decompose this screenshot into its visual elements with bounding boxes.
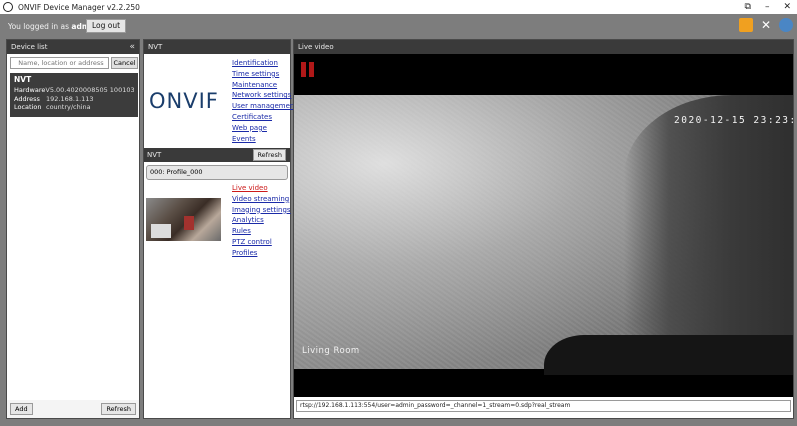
thumbnail-detail-red: [184, 216, 194, 230]
video-viewport[interactable]: 2020-12-15 23:23:10 Living Room: [294, 54, 793, 397]
globe-icon[interactable]: [779, 18, 793, 32]
window-title: ONVIF Device Manager v2.2.250: [18, 2, 140, 12]
logout-button[interactable]: Log out: [86, 19, 127, 33]
device-list-footer: Add Refresh: [7, 400, 139, 418]
address-value: 192.168.1.113: [46, 94, 94, 103]
device-item-nvt[interactable]: NVT Hardware V5.00.4020008505 1001034 Ad…: [10, 73, 138, 117]
search-input[interactable]: [10, 57, 109, 69]
cancel-button[interactable]: Cancel: [111, 57, 138, 69]
nvt-panel: NVT ONVIF Identification Time settings M…: [143, 39, 297, 419]
link-time-settings[interactable]: Time settings: [232, 69, 297, 80]
link-analytics[interactable]: Analytics: [232, 215, 291, 226]
profile-header-title: NVT: [147, 151, 162, 159]
link-live-video[interactable]: Live video: [232, 183, 291, 194]
live-video-header: Live video: [294, 40, 793, 54]
device-hardware-row: Hardware V5.00.4020008505 1001034: [14, 86, 134, 95]
location-value: country/china: [46, 103, 91, 111]
camera-scene: [294, 95, 793, 375]
location-key: Location: [14, 103, 42, 111]
live-video-panel: Live video 2020-12-15 23:23:10 Living Ro…: [293, 39, 794, 419]
minimize-button[interactable]: –: [765, 2, 770, 12]
video-thumbnail: [146, 198, 221, 241]
search-row: Cancel: [10, 57, 138, 69]
camera-room-label: Living Room: [302, 346, 360, 356]
device-list-title: Device list: [11, 43, 48, 51]
restore-button[interactable]: ⧉: [745, 2, 751, 12]
device-info-area: ONVIF Identification Time settings Maint…: [144, 54, 297, 148]
login-prefix: You logged in as: [8, 22, 69, 31]
tools-icon[interactable]: ✕: [759, 18, 773, 32]
device-address-row: Address 192.168.1.113: [14, 95, 134, 104]
login-status: You logged in as admin: [8, 22, 98, 31]
onvif-logo: ONVIF: [149, 89, 219, 113]
address-key: Address: [14, 94, 40, 103]
link-network-settings[interactable]: Network settings: [232, 90, 297, 101]
link-events[interactable]: Events: [232, 134, 297, 145]
login-bar: You logged in as admin Log out ✕: [0, 14, 797, 38]
device-list-header: Device list «: [7, 40, 139, 54]
nvt-title: NVT: [148, 43, 163, 51]
title-bar: ONVIF Device Manager v2.2.250 ⧉ – ✕: [0, 0, 797, 14]
refresh-devices-button[interactable]: Refresh: [101, 403, 136, 415]
nvt-header: NVT: [144, 40, 290, 54]
pause-icon[interactable]: [301, 62, 315, 77]
link-video-streaming[interactable]: Video streaming: [232, 194, 291, 205]
link-imaging-settings[interactable]: Imaging settings: [232, 205, 291, 216]
app-icon: [3, 2, 13, 12]
video-timestamp: 2020-12-15 23:23:10: [674, 115, 793, 126]
stream-url-field[interactable]: rtsp://192.168.1.113:554/user=admin_pass…: [296, 400, 791, 412]
window-controls: ⧉ – ✕: [745, 0, 791, 14]
link-rules[interactable]: Rules: [232, 226, 291, 237]
scene-curtain-shadow: [624, 95, 793, 369]
toolbar-icons: ✕: [739, 18, 793, 32]
hardware-value: V5.00.4020008505 1001034: [45, 86, 134, 94]
link-ptz-control[interactable]: PTZ control: [232, 237, 291, 248]
link-profiles[interactable]: Profiles: [232, 248, 291, 259]
profile-links: Live video Video streaming Imaging setti…: [232, 183, 291, 259]
profile-select[interactable]: 000: Profile_000: [146, 165, 288, 180]
device-list-panel: Device list « Cancel NVT Hardware V5.00.…: [6, 39, 140, 419]
hardware-key: Hardware: [14, 86, 46, 94]
link-user-management[interactable]: User management: [232, 101, 297, 112]
scene-floor-shadow: [544, 335, 793, 375]
link-certificates[interactable]: Certificates: [232, 112, 297, 123]
add-button[interactable]: Add: [10, 403, 33, 415]
device-name: NVT: [14, 75, 32, 84]
link-web-page[interactable]: Web page: [232, 123, 297, 134]
refresh-profiles-button[interactable]: Refresh: [253, 149, 286, 161]
live-video-title: Live video: [298, 43, 334, 51]
collapse-icon[interactable]: «: [129, 40, 135, 54]
thumbnail-detail-white: [151, 224, 171, 238]
device-location-row: Location country/china: [14, 103, 134, 112]
link-maintenance[interactable]: Maintenance: [232, 80, 297, 91]
folder-icon[interactable]: [739, 18, 753, 32]
device-links: Identification Time settings Maintenance…: [232, 58, 297, 144]
profile-header: NVT Refresh: [144, 148, 290, 162]
link-identification[interactable]: Identification: [232, 58, 297, 69]
close-button[interactable]: ✕: [783, 2, 791, 12]
